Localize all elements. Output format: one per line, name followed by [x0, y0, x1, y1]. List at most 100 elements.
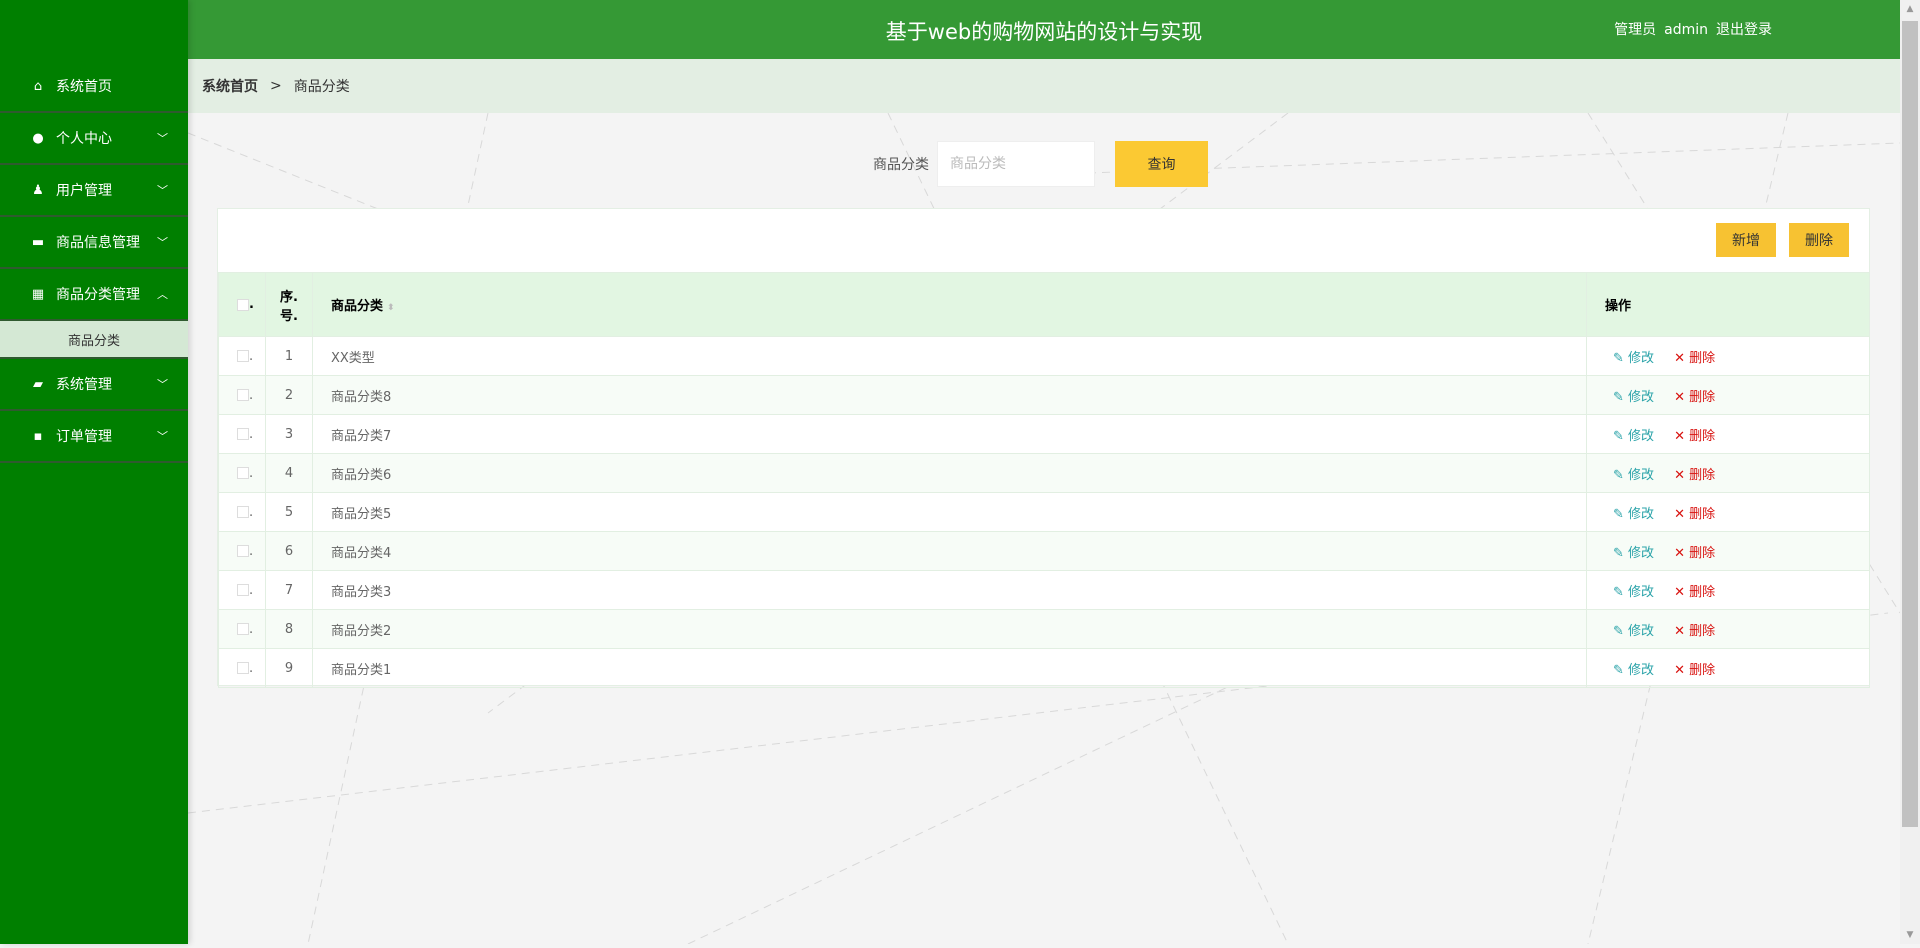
row-checkbox[interactable]: . [218, 375, 266, 415]
table-row: . 2 商品分类8 ✎ 修改 ✕ 删除 [218, 375, 1870, 415]
row-checkbox[interactable]: . [218, 336, 266, 376]
column-name[interactable]: 商品分类 ⬍ [311, 272, 1588, 337]
close-icon: ✕ [1674, 389, 1685, 405]
select-all-checkbox[interactable]: . [218, 272, 266, 337]
pencil-icon: ✎ [1613, 506, 1624, 522]
table-row: . 3 商品分类7 ✎ 修改 ✕ 删除 [218, 414, 1870, 454]
scroll-up-icon[interactable]: ▲ [1900, 4, 1920, 14]
sidebar-item-orders[interactable]: ▪ 订单管理 ﹀ [0, 411, 188, 463]
close-icon: ✕ [1674, 428, 1685, 444]
pencil-icon: ✎ [1613, 428, 1624, 444]
scroll-down-icon[interactable]: ▼ [1900, 930, 1920, 940]
edit-label: 修改 [1628, 350, 1655, 366]
delete-button[interactable]: ✕ 删除 [1674, 468, 1715, 483]
edit-button[interactable]: ✎ 修改 [1613, 351, 1654, 366]
row-index: 7 [265, 570, 313, 610]
row-actions: ✎ 修改 ✕ 删除 [1586, 453, 1870, 493]
table-row: . 7 商品分类3 ✎ 修改 ✕ 删除 [218, 570, 1870, 610]
row-name: 商品分类5 [311, 492, 1588, 532]
edit-button[interactable]: ✎ 修改 [1613, 468, 1654, 483]
user-icon: ● [32, 130, 44, 146]
row-actions: ✎ 修改 ✕ 删除 [1586, 609, 1870, 649]
breadcrumb: 系统首页 > 商品分类 [188, 59, 1900, 113]
delete-button[interactable]: ✕ 删除 [1674, 429, 1715, 444]
row-index: 2 [265, 375, 313, 415]
sidebar-item-users[interactable]: ♟ 用户管理 ﹀ [0, 165, 188, 217]
row-checkbox[interactable]: . [218, 570, 266, 610]
pencil-icon: ✎ [1613, 584, 1624, 600]
pencil-icon: ✎ [1613, 389, 1624, 405]
close-icon: ✕ [1674, 623, 1685, 639]
pencil-icon: ✎ [1613, 350, 1624, 366]
row-checkbox[interactable]: . [218, 492, 266, 532]
chevron-down-icon: ﹀ [157, 132, 168, 145]
row-index: 8 [265, 609, 313, 649]
edit-button[interactable]: ✎ 修改 [1613, 624, 1654, 639]
delete-button[interactable]: ✕ 删除 [1674, 390, 1715, 405]
close-icon: ✕ [1674, 545, 1685, 561]
sidebar-item-home[interactable]: ⌂ 系统首页 [0, 61, 188, 113]
edit-label: 修改 [1628, 428, 1655, 444]
row-actions: ✎ 修改 ✕ 删除 [1586, 531, 1870, 571]
query-button[interactable]: 查询 [1115, 141, 1208, 187]
row-actions: ✎ 修改 ✕ 删除 [1586, 414, 1870, 454]
row-name: 商品分类1 [311, 648, 1588, 688]
close-icon: ✕ [1674, 506, 1685, 522]
edit-button[interactable]: ✎ 修改 [1613, 546, 1654, 561]
edit-button[interactable]: ✎ 修改 [1613, 585, 1654, 600]
chevron-down-icon: ﹀ [157, 430, 168, 443]
search-input[interactable] [937, 141, 1095, 187]
row-actions: ✎ 修改 ✕ 删除 [1586, 492, 1870, 532]
delete-button[interactable]: ✕ 删除 [1674, 546, 1715, 561]
breadcrumb-home[interactable]: 系统首页 [202, 76, 258, 96]
sort-icon[interactable]: ⬍ [387, 303, 395, 313]
delete-button[interactable]: ✕ 删除 [1674, 351, 1715, 366]
row-index: 4 [265, 453, 313, 493]
row-name: 商品分类6 [311, 453, 1588, 493]
delete-button[interactable]: ✕ 删除 [1674, 624, 1715, 639]
edit-label: 修改 [1628, 545, 1655, 561]
sidebar-item-products[interactable]: ▬ 商品信息管理 ﹀ [0, 217, 188, 269]
row-name: 商品分类2 [311, 609, 1588, 649]
edit-button[interactable]: ✎ 修改 [1613, 507, 1654, 522]
sidebar-item-categories[interactable]: ▦ 商品分类管理 ︿ [0, 269, 188, 321]
pencil-icon: ✎ [1613, 623, 1624, 639]
row-name: 商品分类4 [311, 531, 1588, 571]
scrollbar-thumb[interactable] [1902, 21, 1918, 827]
delete-button[interactable]: ✕ 删除 [1674, 585, 1715, 600]
sidebar-item-label: 用户管理 [56, 183, 112, 199]
row-actions: ✎ 修改 ✕ 删除 [1586, 570, 1870, 610]
batch-delete-button[interactable]: 删除 [1789, 223, 1849, 257]
table-row: . 8 商品分类2 ✎ 修改 ✕ 删除 [218, 609, 1870, 649]
table-row: . 4 商品分类6 ✎ 修改 ✕ 删除 [218, 453, 1870, 493]
chevron-up-icon: ︿ [157, 288, 168, 301]
delete-button[interactable]: ✕ 删除 [1674, 663, 1715, 678]
pencil-icon: ✎ [1613, 467, 1624, 483]
edit-button[interactable]: ✎ 修改 [1613, 390, 1654, 405]
row-actions: ✎ 修改 ✕ 删除 [1586, 336, 1870, 376]
row-checkbox[interactable]: . [218, 453, 266, 493]
chevron-down-icon: ﹀ [157, 378, 168, 391]
sidebar-item-profile[interactable]: ● 个人中心 ﹀ [0, 113, 188, 165]
row-name: 商品分类7 [311, 414, 1588, 454]
edit-button[interactable]: ✎ 修改 [1613, 429, 1654, 444]
user-role: 管理员 [1614, 22, 1657, 38]
sidebar-item-system[interactable]: ▰ 系统管理 ﹀ [0, 359, 188, 411]
delete-label: 删除 [1689, 623, 1716, 639]
delete-button[interactable]: ✕ 删除 [1674, 507, 1715, 522]
column-index: 序.号. [265, 272, 313, 337]
logout-link[interactable]: 退出登录 [1716, 22, 1772, 38]
row-checkbox[interactable]: . [218, 414, 266, 454]
row-checkbox[interactable]: . [218, 648, 266, 688]
table-header: . 序.号. 商品分类 ⬍ 操作 [218, 272, 1870, 337]
add-button[interactable]: 新增 [1716, 223, 1776, 257]
sidebar-subitem-category[interactable]: 商品分类 [0, 321, 188, 359]
chat-icon: ▪ [33, 428, 43, 444]
edit-button[interactable]: ✎ 修改 [1613, 663, 1654, 678]
row-index: 9 [265, 648, 313, 688]
scrollbar[interactable]: ▲ ▼ [1900, 0, 1920, 944]
top-header: 基于web的购物网站的设计与实现 管理员 admin 退出登录 [188, 0, 1900, 59]
toolbar: 新增 删除 [1716, 223, 1849, 257]
row-checkbox[interactable]: . [218, 531, 266, 571]
row-checkbox[interactable]: . [218, 609, 266, 649]
